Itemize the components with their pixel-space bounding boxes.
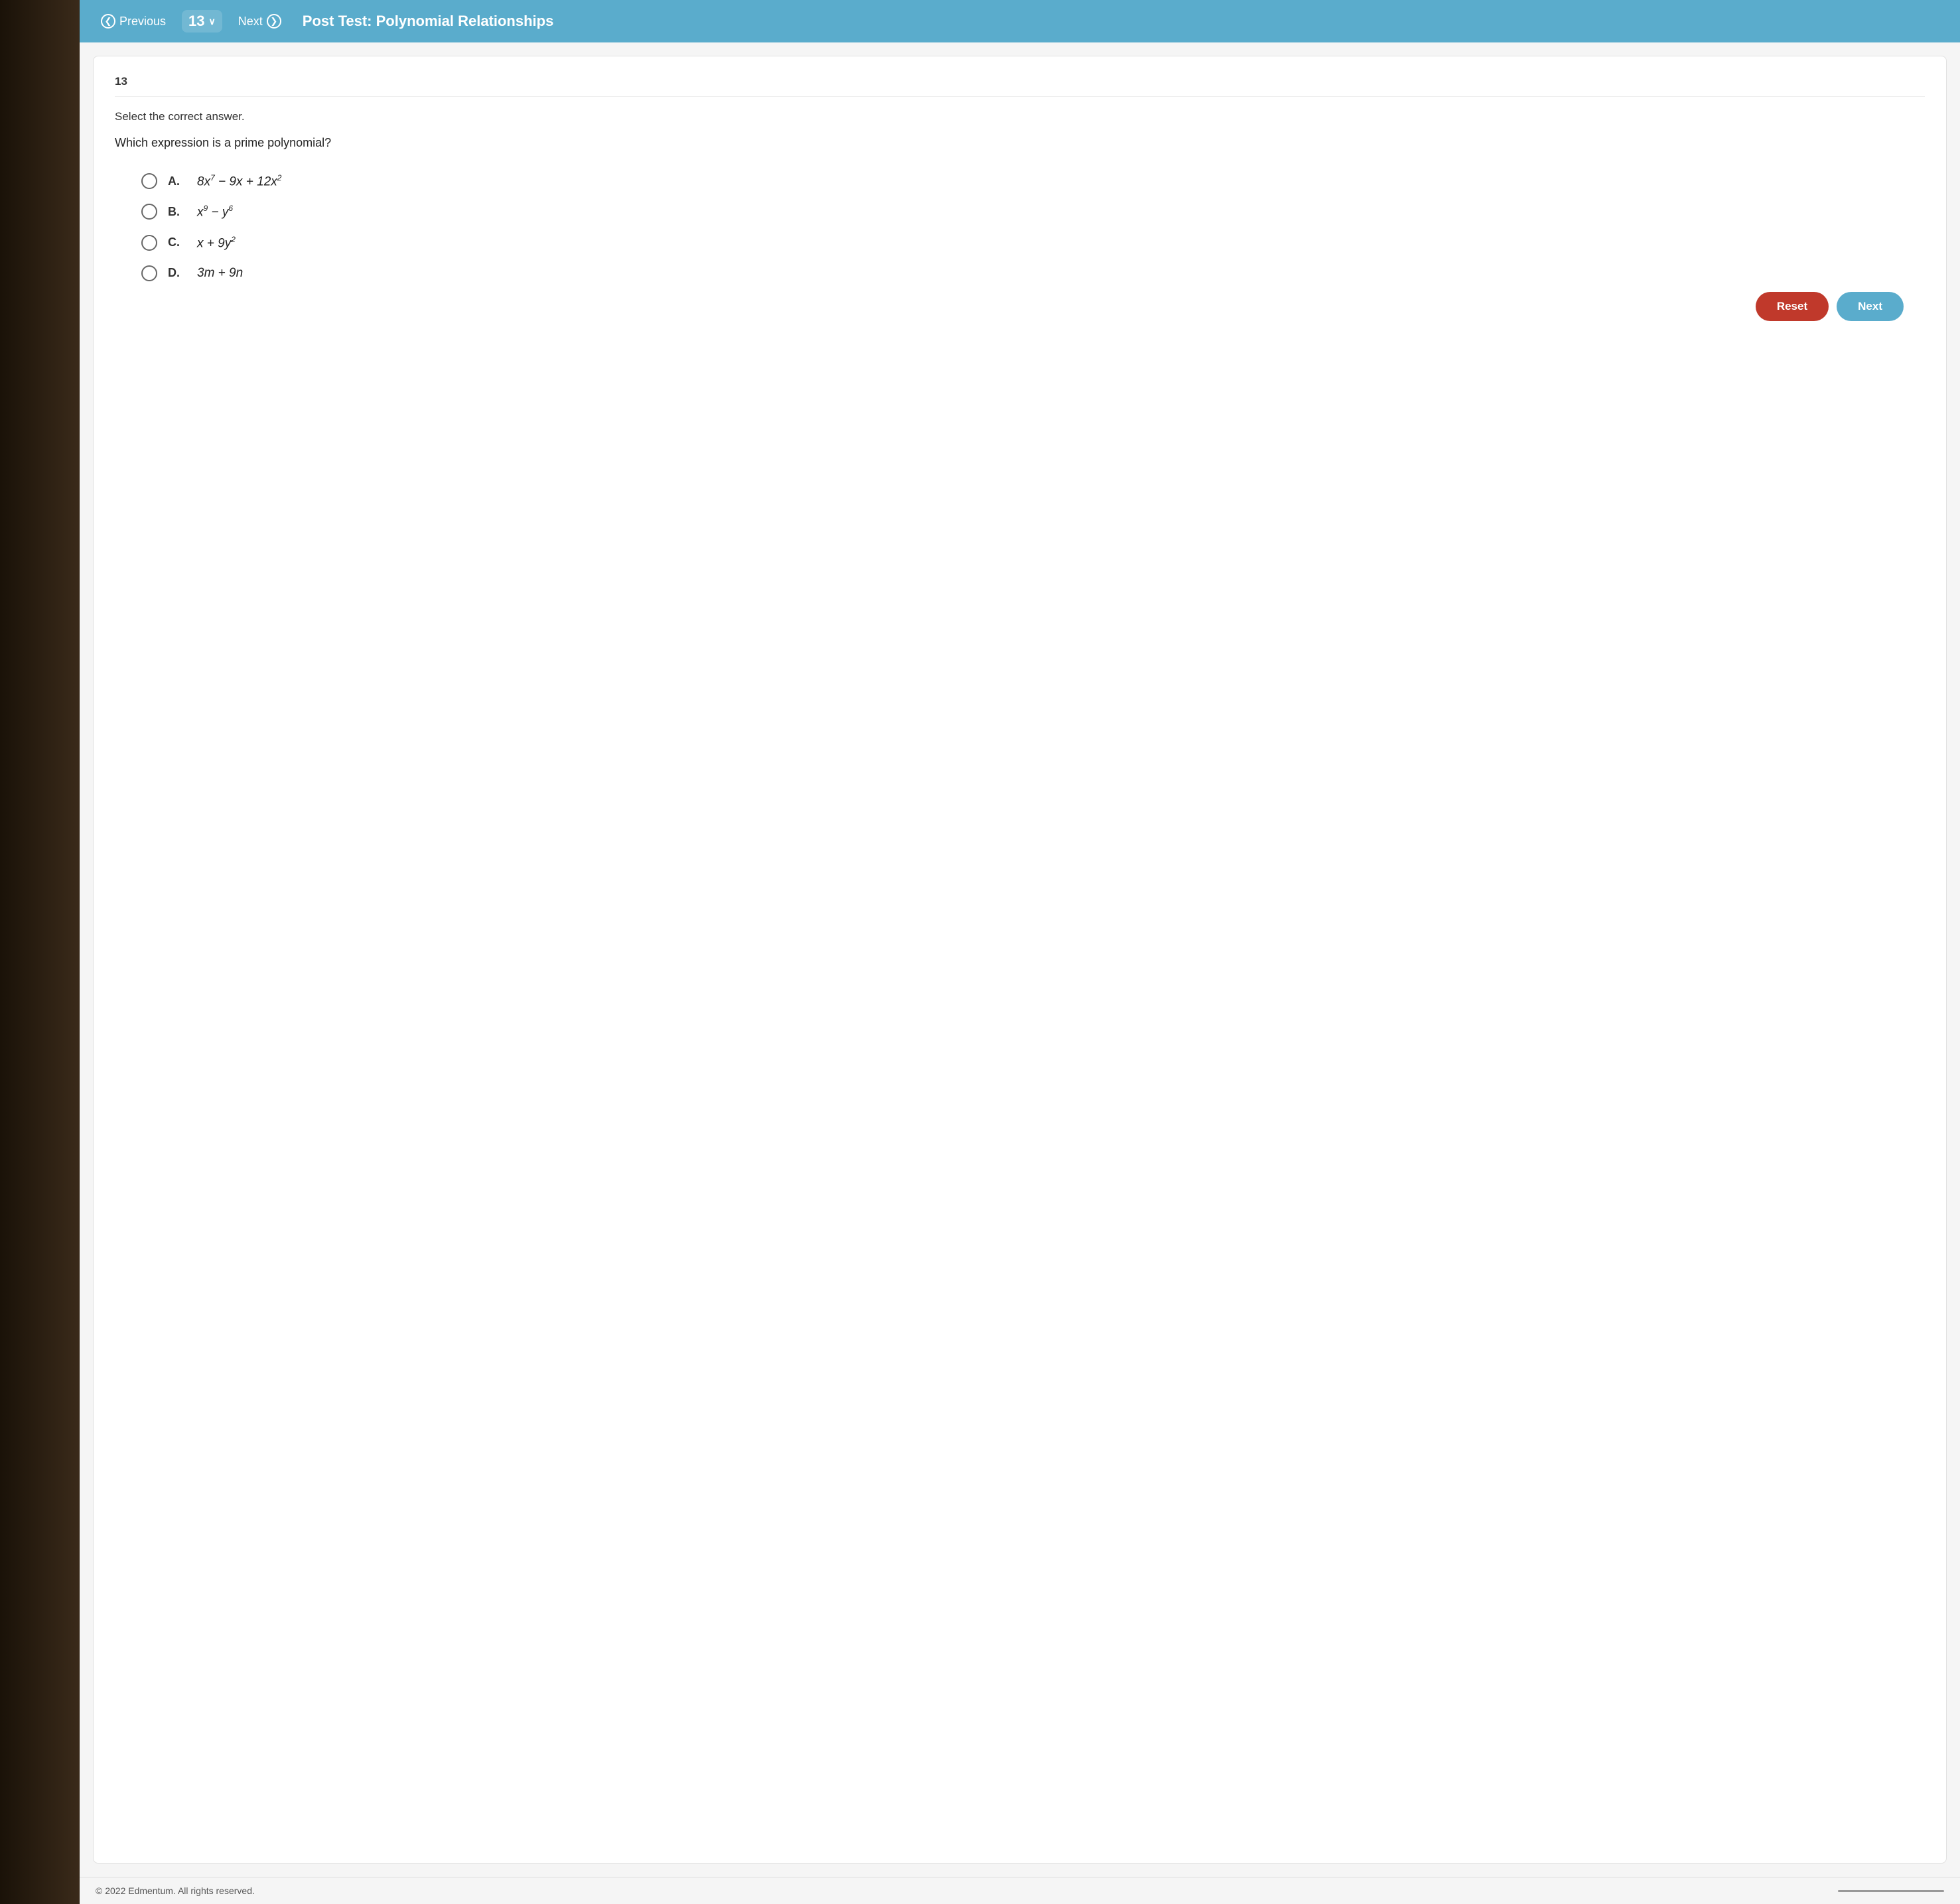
option-a-label: A.: [168, 174, 186, 188]
radio-c[interactable]: [141, 235, 157, 251]
radio-d[interactable]: [141, 265, 157, 281]
option-c[interactable]: C. x + 9y2: [141, 235, 1925, 251]
previous-arrow-icon: ❮: [101, 14, 115, 29]
page-title: Post Test: Polynomial Relationships: [303, 13, 554, 30]
action-buttons-area: Reset Next: [115, 281, 1925, 332]
radio-b[interactable]: [141, 204, 157, 220]
phone-edge: [0, 0, 80, 1904]
option-b[interactable]: B. x9 − y6: [141, 204, 1925, 220]
main-content: ❮ Previous 13 ∨ Next ❯ Post Test: Polyno…: [80, 0, 1960, 1904]
radio-a[interactable]: [141, 173, 157, 189]
option-a-expression: 8x7 − 9x + 12x2: [197, 173, 281, 189]
option-d[interactable]: D. 3m + 9n: [141, 265, 1925, 281]
chevron-down-icon: ∨: [209, 16, 216, 27]
footer: © 2022 Edmentum. All rights reserved.: [80, 1877, 1960, 1904]
current-question-number: 13: [188, 13, 204, 30]
option-b-label: B.: [168, 205, 186, 219]
navigation-bar: ❮ Previous 13 ∨ Next ❯ Post Test: Polyno…: [80, 0, 1960, 42]
question-number-selector[interactable]: 13 ∨: [182, 10, 222, 33]
next-button-nav[interactable]: Next ❯: [233, 11, 287, 31]
question-text: Which expression is a prime polynomial?: [115, 134, 1925, 152]
option-b-expression: x9 − y6: [197, 204, 233, 220]
previous-label: Previous: [119, 15, 166, 29]
option-c-label: C.: [168, 236, 186, 249]
next-button-action[interactable]: Next: [1837, 292, 1904, 321]
option-c-expression: x + 9y2: [197, 235, 236, 251]
footer-line: [1838, 1890, 1944, 1892]
content-area: 13 Select the correct answer. Which expr…: [80, 42, 1960, 1877]
option-d-label: D.: [168, 266, 186, 280]
next-arrow-icon: ❯: [267, 14, 281, 29]
option-a[interactable]: A. 8x7 − 9x + 12x2: [141, 173, 1925, 189]
next-label: Next: [238, 15, 263, 29]
option-d-expression: 3m + 9n: [197, 266, 243, 281]
copyright-text: © 2022 Edmentum. All rights reserved.: [96, 1885, 255, 1896]
options-list: A. 8x7 − 9x + 12x2 B. x9 − y6: [141, 173, 1925, 281]
reset-button[interactable]: Reset: [1756, 292, 1829, 321]
question-number-badge: 13: [115, 75, 1925, 97]
instruction-text: Select the correct answer.: [115, 110, 1925, 123]
question-card: 13 Select the correct answer. Which expr…: [93, 56, 1947, 1864]
previous-button[interactable]: ❮ Previous: [96, 11, 171, 31]
